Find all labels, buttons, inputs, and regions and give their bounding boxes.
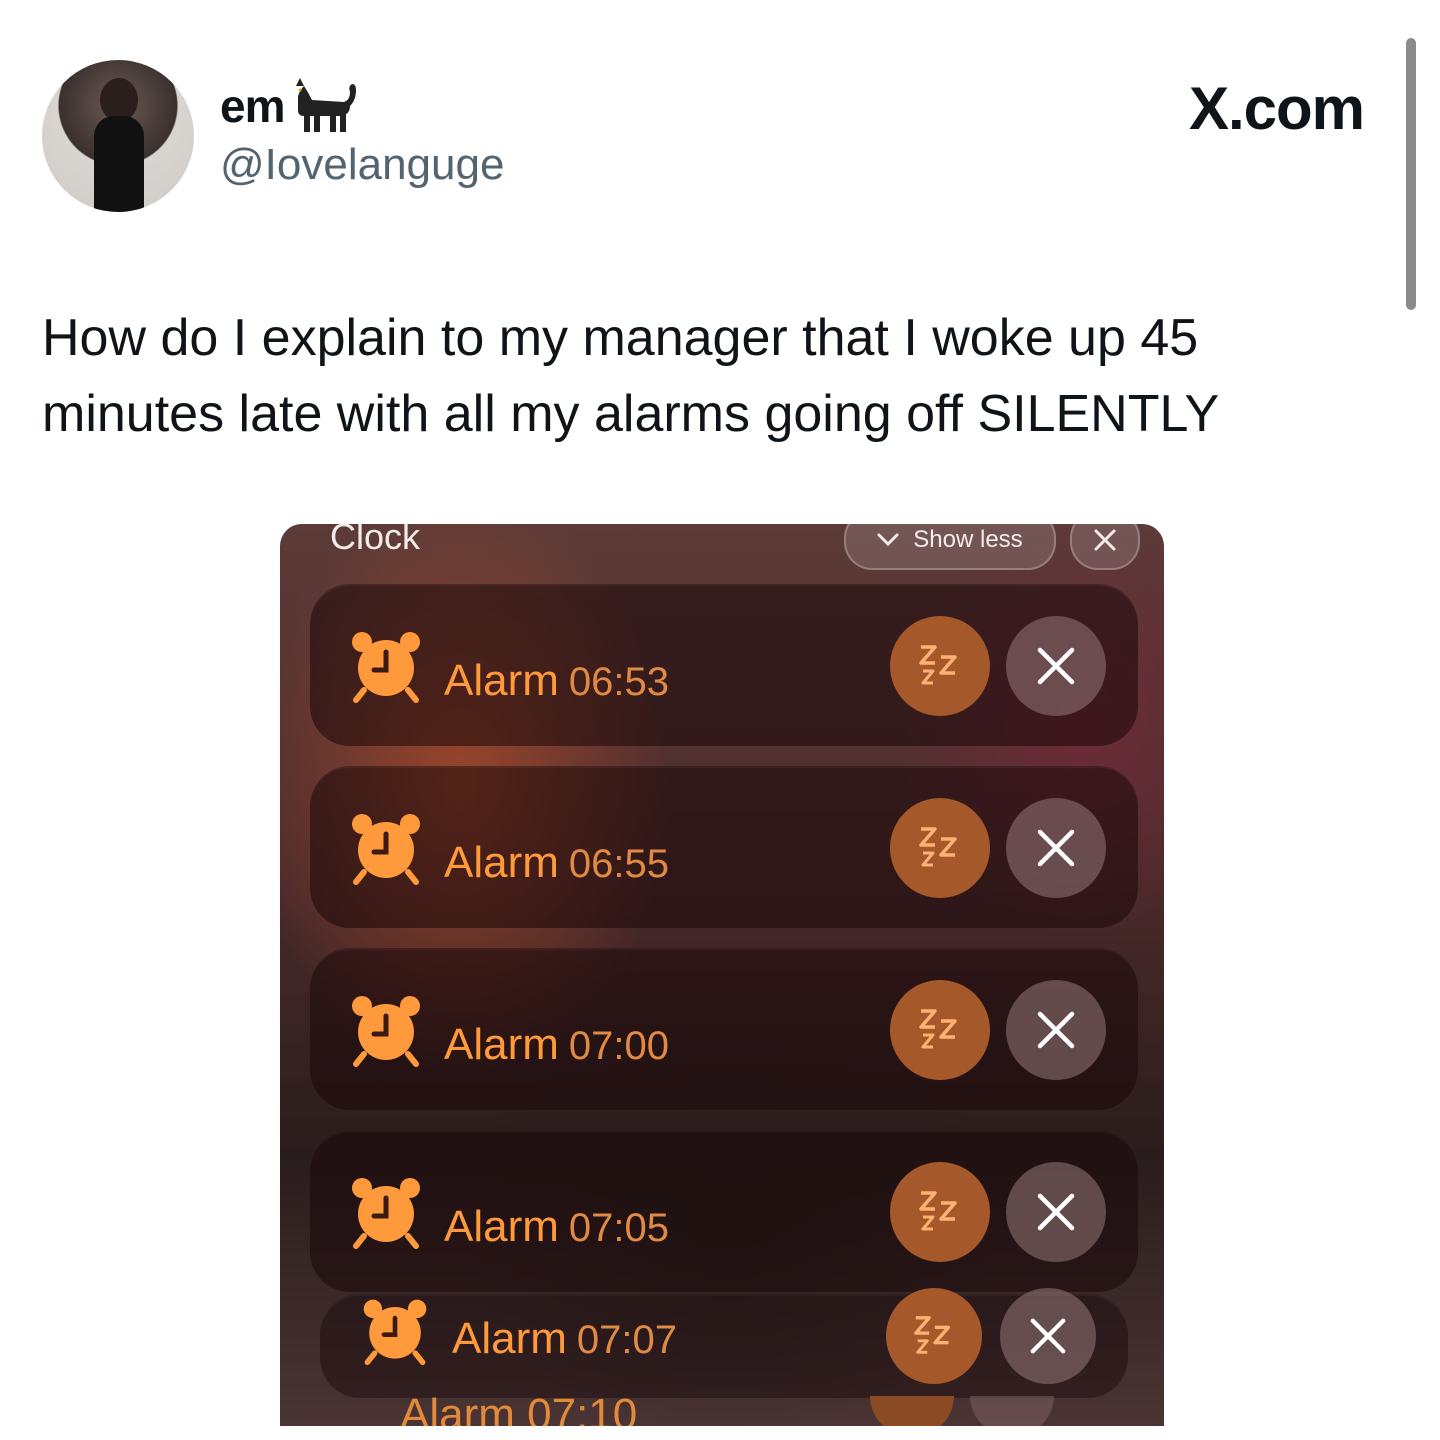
chevron-down-icon <box>877 533 899 547</box>
avatar[interactable] <box>42 60 194 212</box>
snooze-button[interactable] <box>890 798 990 898</box>
dismiss-button[interactable] <box>1006 798 1106 898</box>
partially-hidden-snooze <box>870 1396 954 1426</box>
close-icon <box>1037 1193 1075 1231</box>
alarm-time: 06:55 <box>568 842 670 886</box>
dismiss-button[interactable] <box>1000 1288 1096 1384</box>
alarm-clock-icon <box>363 1299 427 1366</box>
close-icon <box>1094 529 1116 551</box>
alarm-label-row: Alarm 06:53 <box>444 656 669 706</box>
snooze-icon <box>919 1191 957 1231</box>
snooze-icon <box>919 645 957 685</box>
alarm-label: Alarm <box>444 838 559 887</box>
scrollbar[interactable] <box>1406 38 1416 310</box>
alarm-clock-icon <box>352 1178 420 1249</box>
partially-hidden-dismiss <box>970 1396 1054 1426</box>
snooze-button[interactable] <box>890 980 990 1080</box>
display-name[interactable]: em <box>220 79 285 133</box>
alarm-label-row: Alarm 07:05 <box>444 1202 669 1252</box>
alarm-clock-icon <box>352 632 420 703</box>
brand-logo: X.com <box>1188 75 1365 142</box>
alarm-label: Alarm <box>444 1020 559 1069</box>
show-less-button[interactable]: Show less <box>844 524 1056 570</box>
alarm-clock-icon <box>352 814 420 885</box>
close-icon <box>1030 1318 1066 1354</box>
snooze-icon <box>914 1316 951 1354</box>
alarm-notification[interactable]: Alarm 06:53 <box>310 584 1138 746</box>
alarm-label-row: Alarm 07:00 <box>444 1020 669 1070</box>
black-cat-icon <box>296 78 357 132</box>
snooze-button[interactable] <box>890 1162 990 1262</box>
author-name-row[interactable]: em <box>220 76 360 136</box>
dismiss-button[interactable] <box>1006 616 1106 716</box>
clear-all-button[interactable] <box>1070 524 1140 570</box>
dismiss-button[interactable] <box>1006 980 1106 1080</box>
snooze-icon <box>919 1009 957 1049</box>
attached-screenshot[interactable]: Clock Show less Alarm 06:53 Alarm 06:55 … <box>280 524 1164 1426</box>
close-icon <box>1037 829 1075 867</box>
alarm-label-row: Alarm 06:55 <box>444 838 669 888</box>
show-less-label: Show less <box>913 526 1023 553</box>
alarm-notification[interactable]: Alarm 07:00 <box>310 948 1138 1110</box>
alarm-time: 06:53 <box>568 660 670 704</box>
alarm-label: Alarm <box>444 656 559 705</box>
alarm-label: Alarm <box>452 1314 567 1363</box>
snooze-icon <box>919 827 957 867</box>
alarm-time: 07:07 <box>576 1318 678 1362</box>
tweet-text: How do I explain to my manager that I wo… <box>42 309 1220 443</box>
close-icon <box>1037 1011 1075 1049</box>
dismiss-button[interactable] <box>1006 1162 1106 1262</box>
snooze-button[interactable] <box>886 1288 982 1384</box>
alarm-time: 07:00 <box>568 1024 670 1068</box>
alarm-label-row: Alarm 07:07 <box>452 1314 677 1364</box>
author-handle[interactable]: @Iovelanguge <box>220 140 504 190</box>
alarm-notification[interactable]: Alarm 07:07 <box>320 1288 1128 1398</box>
alarm-notification[interactable]: Alarm 07:05 <box>310 1130 1138 1292</box>
avatar-body <box>94 116 144 212</box>
close-icon <box>1037 647 1075 685</box>
alarm-clock-icon <box>352 996 420 1067</box>
snooze-button[interactable] <box>890 616 990 716</box>
app-title: Clock <box>330 524 421 557</box>
partially-hidden-alarm: Alarm 07:10 <box>400 1390 638 1426</box>
alarm-notification[interactable]: Alarm 06:55 <box>310 766 1138 928</box>
alarm-label: Alarm <box>444 1202 559 1251</box>
alarm-time: 07:05 <box>568 1206 670 1250</box>
